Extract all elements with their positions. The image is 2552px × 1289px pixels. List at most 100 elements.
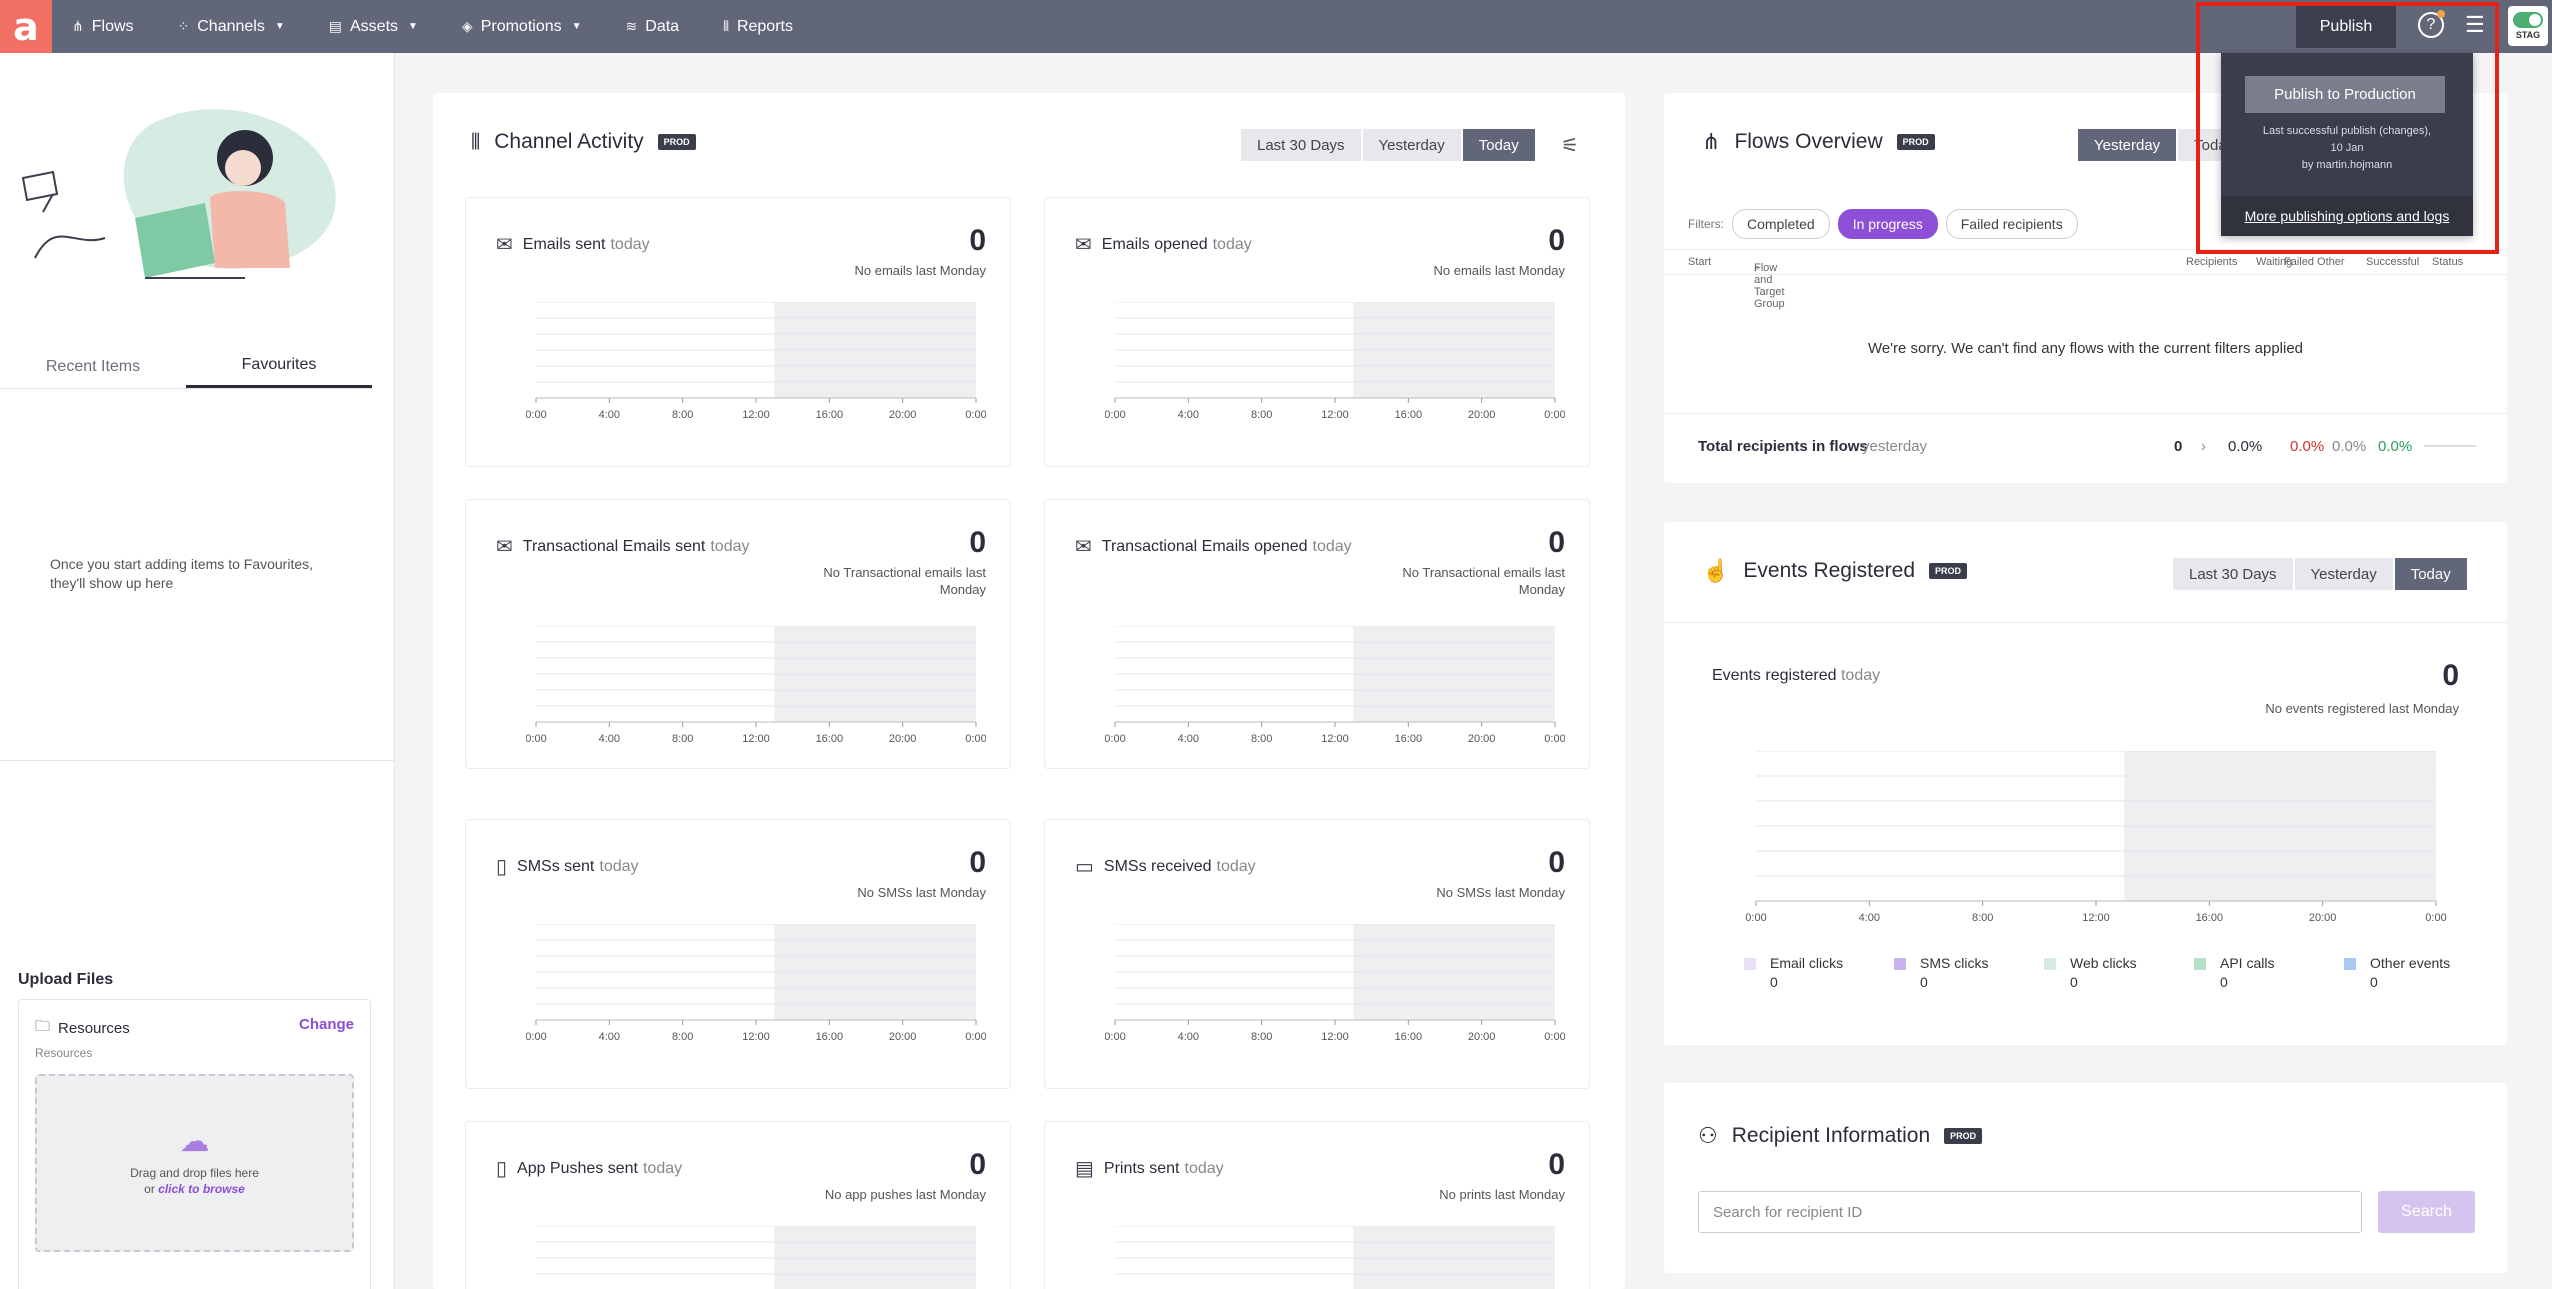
x-tick-label: 12:00 bbox=[1321, 733, 1349, 745]
file-dropzone[interactable]: ☁ Drag and drop files here or click to br… bbox=[35, 1074, 354, 1252]
filter-in-progress[interactable]: In progress bbox=[1837, 209, 1938, 239]
assets-icon: ▤ bbox=[328, 18, 342, 34]
expand-chevron-icon[interactable]: › bbox=[2201, 438, 2206, 455]
range-yesterday[interactable]: Yesterday bbox=[2294, 558, 2393, 590]
sms-sent-icon: ▯ bbox=[496, 856, 508, 878]
click-to-browse-link[interactable]: click to browse bbox=[158, 1182, 245, 1196]
nav-channels[interactable]: ⁘ Channels ▼ bbox=[178, 18, 285, 36]
card-chart: 0:004:008:0012:0016:0020:000:00 bbox=[526, 302, 986, 421]
channel-card: ▤ Prints senttoday 0 No prints last Monday 0… bbox=[1044, 1121, 1590, 1289]
recipient-title: Recipient Information bbox=[1731, 1124, 1931, 1147]
card-title-row: ✉ Emails opened today bbox=[1075, 232, 1252, 257]
sidebar-tabs: Recent Items Favourites bbox=[0, 345, 372, 389]
nav-label: Assets bbox=[350, 17, 399, 35]
range-yesterday[interactable]: Yesterday bbox=[2078, 129, 2177, 161]
col-successful[interactable]: Successful bbox=[2366, 256, 2419, 268]
card-title: Transactional Emails opened bbox=[1101, 537, 1308, 555]
cloud-upload-icon: ☁ bbox=[179, 1125, 210, 1158]
filter-failed-recipients[interactable]: Failed recipients bbox=[1945, 209, 2078, 239]
x-tick-label: 8:00 bbox=[1251, 733, 1272, 745]
recipient-search-input[interactable]: Search for recipient ID bbox=[1698, 1191, 2362, 1233]
card-title: Emails opened bbox=[1101, 235, 1208, 253]
card-value: 0 bbox=[1548, 224, 1565, 257]
col-status[interactable]: Status bbox=[2432, 256, 2463, 268]
events-title: Events Registered bbox=[1743, 559, 1915, 582]
legend-item[interactable]: Other events 0 bbox=[2344, 955, 2494, 990]
card-chart: 0:004:008:0012:0016:0020:000:00 bbox=[1105, 626, 1565, 745]
x-tick-label: 16:00 bbox=[1395, 733, 1423, 745]
flow-search-label: Flow and Target Group bbox=[1754, 262, 1785, 310]
card-sub: No emails last Monday bbox=[1433, 263, 1566, 278]
legend-label: Other events bbox=[2370, 955, 2451, 971]
tab-favourites[interactable]: Favourites bbox=[186, 345, 372, 388]
card-today: today bbox=[599, 857, 639, 875]
prod-badge: PROD bbox=[657, 134, 696, 150]
filter-completed[interactable]: Completed bbox=[1732, 209, 1830, 239]
nav-flows[interactable]: ⋔ Flows bbox=[72, 18, 134, 36]
channel-activity-title-row: ⫴ Channel Activity PROD bbox=[471, 129, 696, 155]
channel-card: ✉ Transactional Emails opened today 0 No Tra… bbox=[1044, 499, 1590, 769]
touch-icon: ☝ bbox=[1702, 558, 1730, 583]
pct-waiting: 0.0% bbox=[2228, 438, 2263, 455]
x-tick-label: 20:00 bbox=[889, 409, 917, 421]
events-range-selector: Last 30 Days Yesterday Today bbox=[2173, 558, 2469, 590]
card-chart: 0:004:008:0012:0016:0020:000:00 bbox=[526, 924, 986, 1043]
x-tick-label: 0:00 bbox=[1105, 409, 1126, 421]
events-chart: 0:00 4:00 8:00 12:00 16:00 20:00 0:00 bbox=[1745, 751, 2447, 924]
folder-label: Resources bbox=[58, 1020, 130, 1037]
nav-promotions[interactable]: ◈ Promotions ▼ bbox=[462, 18, 582, 36]
col-recipients[interactable]: Recipients bbox=[2186, 256, 2237, 268]
database-icon: ≋ bbox=[625, 18, 638, 34]
toggle-switch[interactable] bbox=[2513, 12, 2543, 28]
range-yesterday[interactable]: Yesterday bbox=[1362, 129, 1461, 161]
x-tick-label: 0:00 bbox=[1544, 1031, 1565, 1043]
legend-item[interactable]: SMS clicks 0 bbox=[1894, 955, 2044, 990]
nav-label: Reports bbox=[736, 17, 793, 35]
legend-item[interactable]: API calls 0 bbox=[2194, 955, 2344, 990]
legend-item[interactable]: Web clicks 0 bbox=[2044, 955, 2194, 990]
col-start[interactable]: Start bbox=[1688, 256, 1711, 268]
x-tick-label: 20:00 bbox=[889, 1031, 917, 1043]
card-chart: 0:004:008:0012:0016:0020:000:00 bbox=[1115, 1226, 1555, 1289]
col-failed-other[interactable]: Failed Other bbox=[2284, 256, 2345, 268]
x-tick-label: 8:00 bbox=[672, 1031, 693, 1043]
legend-item[interactable]: Email clicks 0 bbox=[1744, 955, 1894, 990]
nav-reports[interactable]: ⫴ Reports bbox=[723, 18, 793, 36]
flows-filters: Filters: Completed In progress Failed re… bbox=[1688, 209, 2078, 239]
recipient-search-button[interactable]: Search bbox=[2378, 1191, 2475, 1233]
dropzone-or: or bbox=[144, 1182, 155, 1196]
app-logo[interactable]: a bbox=[0, 0, 52, 53]
x-tick-label: 16:00 bbox=[1395, 1031, 1423, 1043]
change-folder-link[interactable]: Change bbox=[299, 1016, 354, 1033]
filter-settings-icon[interactable]: ⚟ bbox=[1561, 133, 1579, 158]
environment-toggle[interactable]: STAG bbox=[2508, 6, 2548, 46]
channel-card: ✉ Emails opened today 0 No emails last Monda… bbox=[1044, 197, 1590, 467]
range-today[interactable]: Today bbox=[1462, 129, 1535, 161]
events-title-row: ☝ Events Registered PROD bbox=[1702, 558, 1968, 584]
range-last-30-days[interactable]: Last 30 Days bbox=[1241, 129, 1361, 161]
left-sidebar: Recent Items Favourites Once you start a… bbox=[0, 53, 395, 1289]
prod-badge: PROD bbox=[1944, 1128, 1983, 1144]
range-last-30-days[interactable]: Last 30 Days bbox=[2173, 558, 2293, 590]
x-tick-label: 0:00 bbox=[2425, 912, 2446, 924]
nav-assets[interactable]: ▤ Assets ▼ bbox=[329, 18, 418, 36]
tab-recent-items[interactable]: Recent Items bbox=[0, 345, 186, 388]
x-tick-label: 0:00 bbox=[965, 409, 986, 421]
nav-data[interactable]: ≋ Data bbox=[626, 18, 680, 36]
legend-swatch bbox=[2194, 958, 2206, 971]
bar-chart-icon: ⫴ bbox=[471, 129, 481, 154]
card-title-row: ▯ App Pushes sent today bbox=[496, 1156, 682, 1181]
filters-label: Filters: bbox=[1688, 217, 1724, 231]
card-today: today bbox=[1216, 857, 1256, 875]
card-title-row: ✉ Emails sent today bbox=[496, 232, 650, 257]
range-today[interactable]: Today bbox=[2394, 558, 2467, 590]
top-bar: a ⋔ Flows ⁘ Channels ▼ ▤ Assets ▼ ◈ Promotions ▼ ≋ D… bbox=[0, 0, 2552, 53]
events-sub: No events registered last Monday bbox=[2265, 701, 2459, 716]
card-sub: No Transactional emails last Monday bbox=[1402, 565, 1565, 597]
channel-card: ▭ SMSs received today 0 No SMSs last Monday 0… bbox=[1044, 819, 1590, 1089]
main-nav: ⋔ Flows ⁘ Channels ▼ ▤ Assets ▼ ◈ Promotions ▼ ≋ Dat… bbox=[72, 18, 837, 36]
card-today: today bbox=[1184, 1159, 1224, 1177]
x-tick-label: 20:00 bbox=[1468, 409, 1496, 421]
card-value: 0 bbox=[969, 1148, 986, 1181]
folder-row: 🗀 Resources bbox=[35, 1016, 130, 1041]
